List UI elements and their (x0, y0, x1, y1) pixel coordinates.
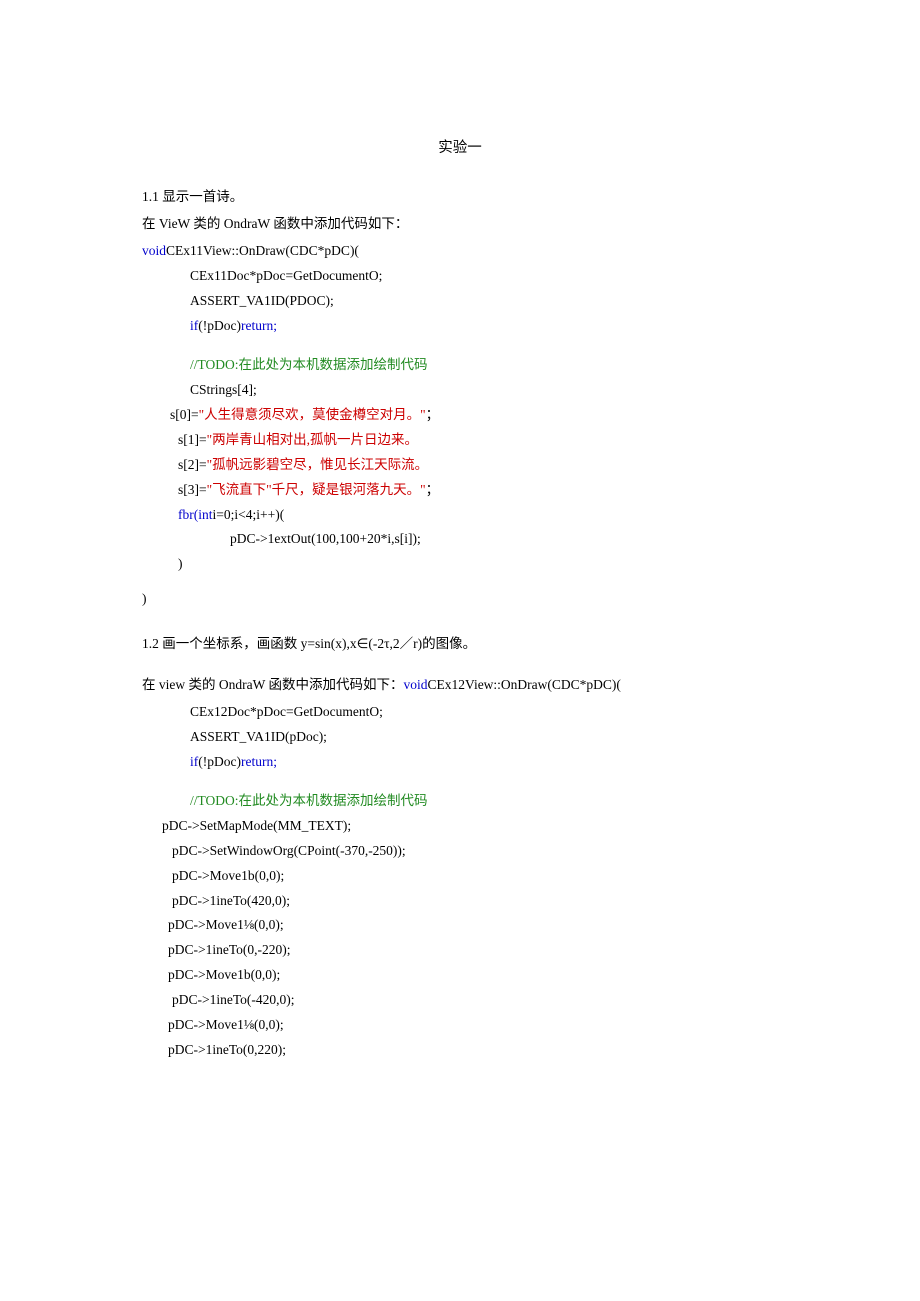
code-line: pDC->1extOut(100,100+20*i,s[i]); (230, 529, 778, 550)
keyword-if: if (190, 754, 198, 769)
code-text: s[2]= (178, 457, 207, 472)
code-text: CEx11View::OnDraw(CDC*pDC)( (166, 243, 359, 258)
code-line: ASSERT_VA1ID(PDOC); (190, 291, 778, 312)
string-literal: "孤帆远影碧空尽，惟见长江天际流。 (207, 457, 429, 472)
code-comment: //TODO:在此处为本机数据添加绘制代码 (190, 791, 778, 812)
code-line: s[1]="两岸青山相对出,孤帆一片日边来。 (178, 430, 778, 451)
keyword-void: void (142, 243, 166, 258)
code-text: s[1]= (178, 432, 207, 447)
keyword-return: return; (241, 318, 277, 333)
code-text: (!pDoc) (198, 754, 241, 769)
code-line: ) (178, 554, 778, 575)
code-line: s[0]="人生得意须尽欢，莫使金樽空对月。"； (170, 405, 778, 426)
code-text: CEx12View::OnDraw(CDC*pDC)( (428, 677, 621, 692)
code-line: pDC->1ineTo(420,0); (172, 891, 778, 912)
intro-text: 在 view 类的 OndraW 函数中添加代码如下： (142, 677, 403, 692)
section-1-heading: 1.1 显示一首诗。 (142, 187, 778, 208)
code-line: s[3]="飞流直下"千尺，疑是银河落九天。"； (178, 480, 778, 501)
string-literal: "人生得意须尽欢，莫使金樽空对月。" (199, 407, 426, 422)
code-line: CEx11Doc*pDoc=GetDocumentO; (190, 266, 778, 287)
code-line: pDC->1ineTo(0,220); (168, 1040, 778, 1061)
section-1-intro: 在 VieW 类的 OndraW 函数中添加代码如下： (142, 214, 778, 235)
code-line: ) (142, 589, 778, 610)
code-line: if(!pDoc)return; (190, 752, 778, 773)
code-text: i=0;i<4;i++)( (213, 507, 285, 522)
code-line: if(!pDoc)return; (190, 316, 778, 337)
code-line: pDC->1ineTo(-420,0); (172, 990, 778, 1011)
keyword-void: void (403, 677, 427, 692)
code-text: s[0]= (170, 407, 199, 422)
string-literal: "飞流直下"千尺，疑是银河落九天。" (207, 482, 426, 497)
keyword-return: return; (241, 754, 277, 769)
code-line: pDC->Move1⅛(0,0); (168, 1015, 778, 1036)
code-line: CStrings[4]; (190, 380, 778, 401)
code-line: pDC->Move1b(0,0); (172, 866, 778, 887)
section-2-heading: 1.2 画一个坐标系，画函数 y=sin(x),x∈(-2τ,2／r)的图像。 (142, 634, 778, 655)
code-text: s[3]= (178, 482, 207, 497)
code-line: ASSERT_VA1ID(pDoc); (190, 727, 778, 748)
string-literal: "两岸青山相对出,孤帆一片日边来。 (207, 432, 418, 447)
keyword-for-int: fbr(int (178, 507, 213, 522)
code-line: pDC->Move1b(0,0); (168, 965, 778, 986)
code-line: CEx12Doc*pDoc=GetDocumentO; (190, 702, 778, 723)
code-line: pDC->SetMapMode(MM_TEXT); (162, 816, 778, 837)
code-comment: //TODO:在此处为本机数据添加绘制代码 (190, 355, 778, 376)
code-line: pDC->SetWindowOrg(CPoint(-370,-250)); (172, 841, 778, 862)
code-text: ； (426, 407, 440, 422)
code-text: ； (426, 482, 440, 497)
section-2-intro: 在 view 类的 OndraW 函数中添加代码如下：voidCEx12View… (142, 675, 778, 696)
keyword-if: if (190, 318, 198, 333)
code-line: pDC->1ineTo(0,-220); (168, 940, 778, 961)
code-line: fbr(inti=0;i<4;i++)( (178, 505, 778, 526)
document-page: 实验一 1.1 显示一首诗。 在 VieW 类的 OndraW 函数中添加代码如… (0, 0, 920, 1061)
code-line: pDC->Move1⅛(0,0); (168, 915, 778, 936)
page-title: 实验一 (142, 137, 778, 159)
code-text: (!pDoc) (198, 318, 241, 333)
code-line: voidCEx11View::OnDraw(CDC*pDC)( (142, 241, 778, 262)
code-line: s[2]="孤帆远影碧空尽，惟见长江天际流。 (178, 455, 778, 476)
